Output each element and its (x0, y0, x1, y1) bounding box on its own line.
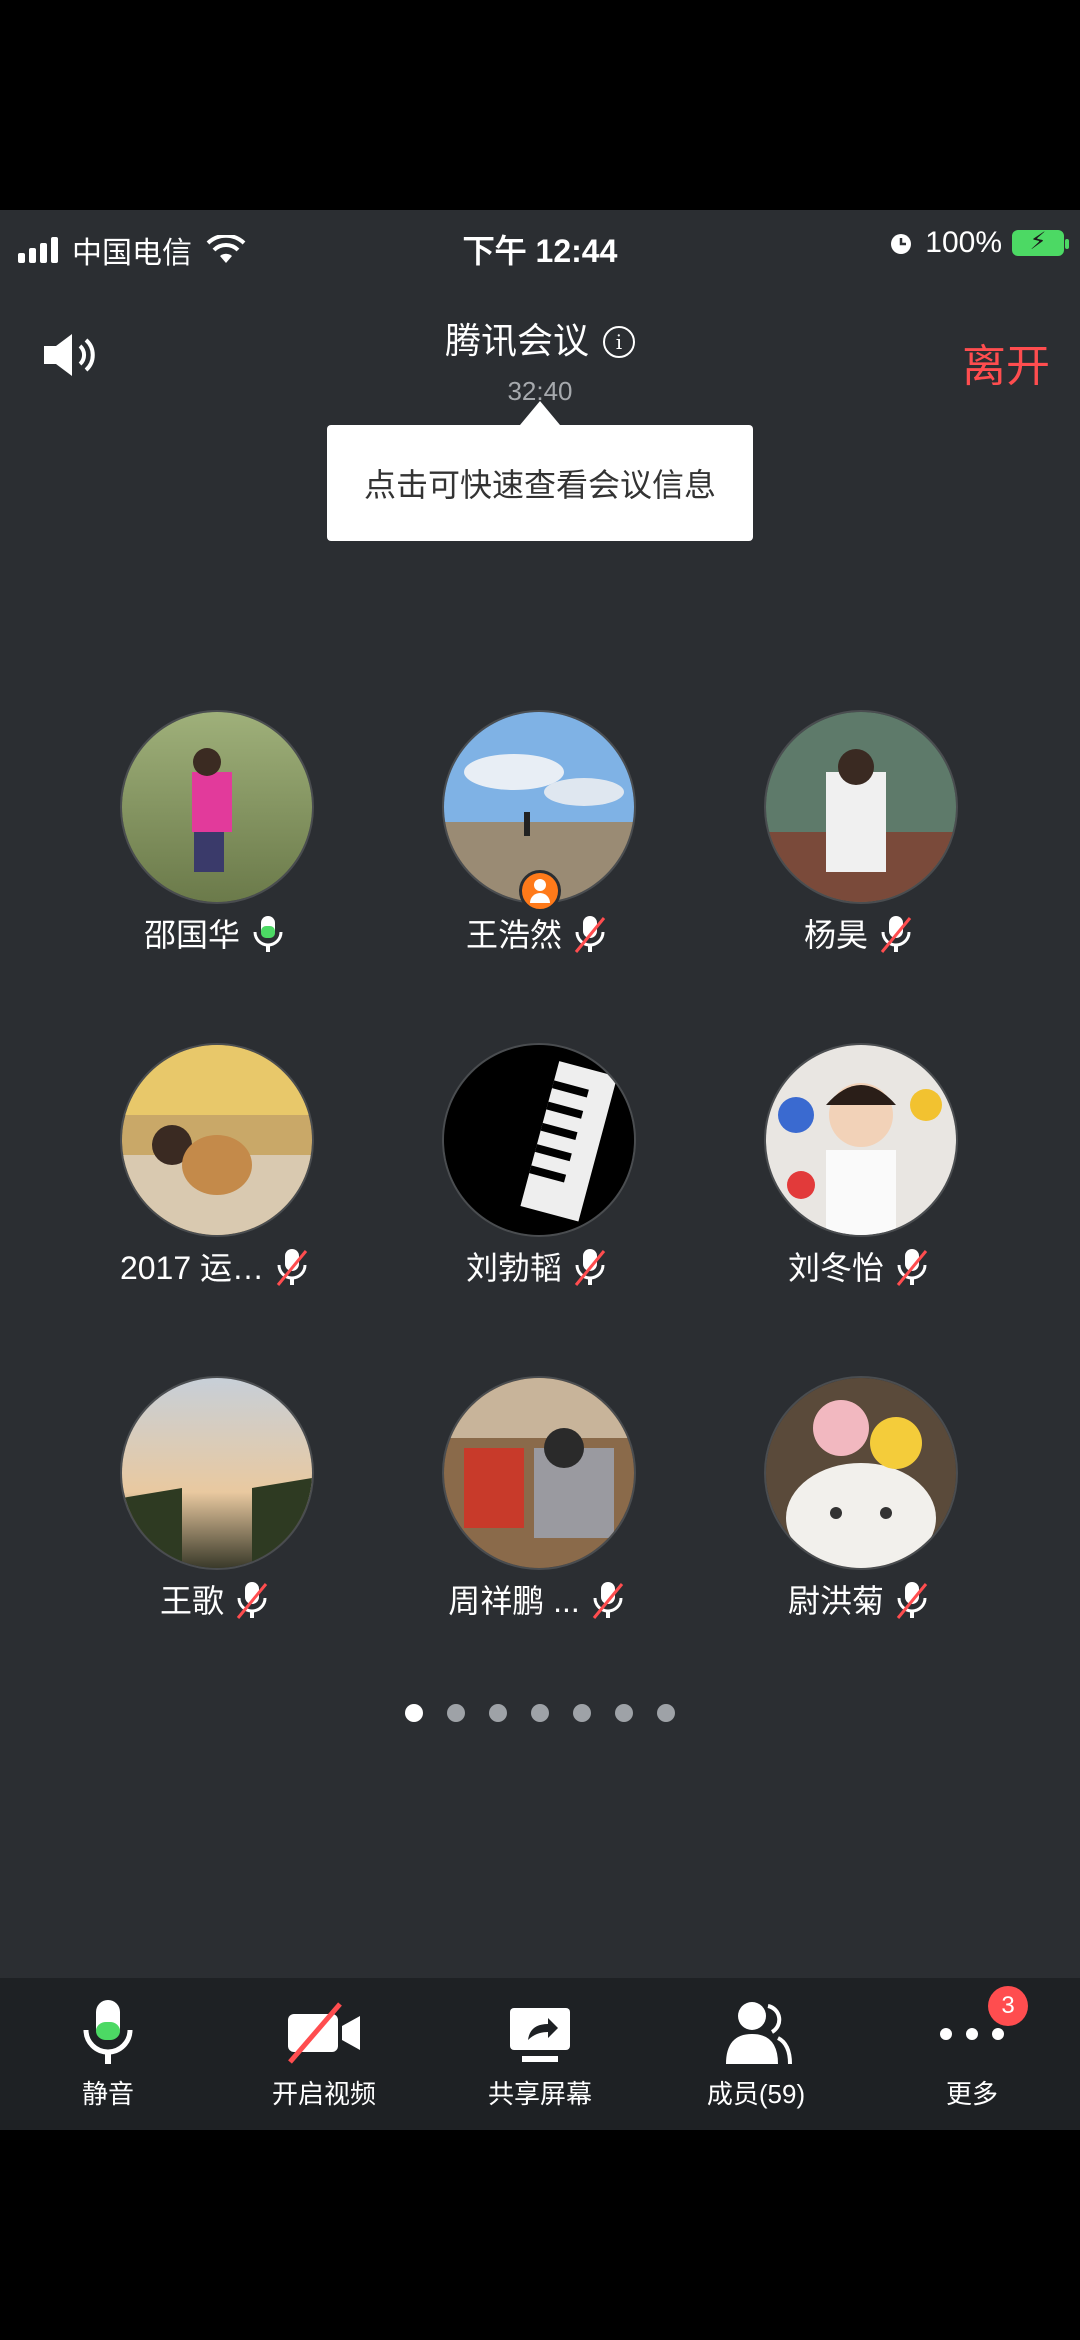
mic-muted-icon (880, 916, 912, 953)
start-video-button[interactable]: 开启视频 (216, 1978, 432, 2130)
mute-label: 静音 (81, 2079, 134, 2109)
participant-name: 刘冬怡 (787, 1250, 884, 1286)
members-icon (726, 2002, 792, 2065)
meeting-screen: 中国电信 下午 12:44 100% ⚡ 腾讯会议 i 32:40 离开 点击可… (0, 210, 1080, 2130)
mic-muted-icon (896, 1249, 928, 1286)
participant-name: 邵国华 (143, 917, 240, 953)
avatar (442, 1376, 636, 1570)
host-badge-icon (519, 870, 561, 912)
participant-tile[interactable]: 王浩然 (385, 710, 685, 970)
members-button[interactable]: 成员(59) (648, 1978, 864, 2130)
meeting-title-area[interactable]: 腾讯会议 i 32:40 (0, 312, 1080, 407)
avatar (764, 710, 958, 904)
participant-tile[interactable]: 尉洪菊 (707, 1376, 1007, 1636)
avatar (764, 1043, 958, 1237)
avatar (120, 1376, 314, 1570)
battery-percent: 100% (925, 226, 1002, 259)
status-bar: 中国电信 下午 12:44 100% ⚡ (0, 210, 1080, 290)
avatar (120, 710, 314, 904)
avatar (442, 1043, 636, 1237)
participant-tile[interactable]: 周祥鹏 ... (385, 1376, 685, 1636)
participant-name: 周祥鹏 ... (448, 1583, 580, 1619)
participant-tile[interactable]: 2017 运… (63, 1043, 363, 1303)
page-dot[interactable] (615, 1704, 633, 1722)
share-label: 共享屏幕 (487, 2079, 592, 2109)
page-dot[interactable] (405, 1704, 423, 1722)
battery-icon: ⚡ (1012, 228, 1069, 256)
more-label: 更多 (945, 2079, 998, 2109)
participant-tile[interactable]: 王歌 (63, 1376, 363, 1636)
video-label: 开启视频 (271, 2079, 376, 2109)
more-notification-badge: 3 (988, 1986, 1028, 2026)
participant-tile[interactable]: 邵国华 (63, 710, 363, 970)
meeting-title: 腾讯会议 (444, 320, 589, 361)
alarm-icon (891, 234, 912, 254)
mic-muted-icon (276, 1249, 308, 1286)
page-dot[interactable] (573, 1704, 591, 1722)
mic-muted-icon (592, 1582, 623, 1619)
video-off-icon (288, 2002, 360, 2064)
participant-name: 刘勃韬 (465, 1250, 562, 1286)
page-dot[interactable] (447, 1704, 465, 1722)
participant-tile[interactable]: 刘勃韬 (385, 1043, 685, 1303)
participant-name: 杨昊 (803, 917, 868, 953)
mic-muted-icon (236, 1582, 268, 1619)
page-dot[interactable] (531, 1704, 549, 1722)
avatar (764, 1376, 958, 1570)
info-icon[interactable]: i (603, 326, 635, 358)
avatar (120, 1043, 314, 1237)
participant-tile[interactable]: 刘冬怡 (707, 1043, 1007, 1303)
bottom-toolbar: 静音 开启视频 共享屏幕 成员(59) 3 更多 (0, 1978, 1080, 2130)
mute-button[interactable]: 静音 (0, 1978, 216, 2130)
page-indicator[interactable] (0, 1704, 1080, 1722)
participant-name: 王浩然 (465, 917, 562, 953)
participant-tile[interactable]: 杨昊 (707, 710, 1007, 970)
page-dot[interactable] (489, 1704, 507, 1722)
participant-name: 王歌 (159, 1583, 224, 1619)
share-screen-button[interactable]: 共享屏幕 (432, 1978, 648, 2130)
mic-muted-icon (574, 1249, 606, 1286)
more-button[interactable]: 3 更多 (864, 1978, 1080, 2130)
participant-name: 尉洪菊 (787, 1583, 884, 1619)
mic-muted-icon (896, 1582, 928, 1619)
microphone-icon (83, 2000, 133, 2064)
leave-button[interactable]: 离开 (962, 330, 1050, 394)
page-dot[interactable] (657, 1704, 675, 1722)
mic-on-icon (253, 916, 283, 952)
meeting-info-tooltip[interactable]: 点击可快速查看会议信息 (327, 401, 753, 541)
participant-name: 2017 运… (119, 1250, 265, 1286)
members-label: 成员(59) (706, 2079, 806, 2109)
share-screen-icon (510, 2008, 570, 2062)
mic-muted-icon (574, 916, 606, 953)
